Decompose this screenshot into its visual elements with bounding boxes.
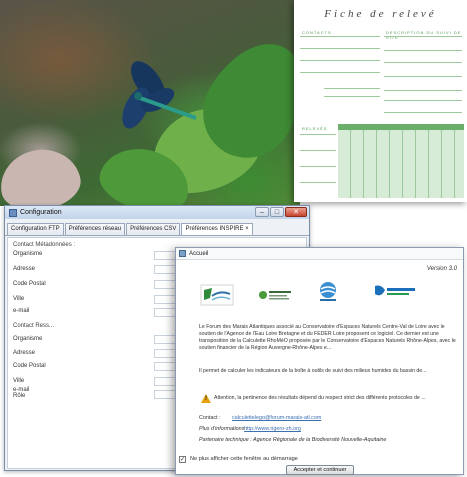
label-code-postal-2: Code Postal (13, 363, 46, 369)
dragonfly-icon (122, 61, 197, 129)
minimize-button[interactable]: – (255, 207, 269, 217)
app-icon (179, 250, 186, 257)
label-code-postal: Code Postal (13, 281, 46, 287)
label-adresse: Adresse (13, 266, 36, 272)
accueil-title: Accueil (189, 250, 209, 257)
form-line (324, 96, 380, 97)
form-line (324, 88, 380, 89)
warning-icon: ! (201, 394, 211, 403)
form-line (300, 36, 380, 37)
no-show-checkbox-label: Ne plus afficher cette fenêtre au démarr… (190, 456, 298, 462)
form-line (384, 36, 462, 37)
form-line (300, 72, 380, 73)
section-contact-metadonnees: Contact Métadonnées : (13, 242, 76, 248)
label-organisme: Organisme (13, 251, 43, 257)
app-icon (9, 208, 17, 217)
contact-email-link[interactable]: calculettelego@forum-marais-atl.com (232, 415, 321, 421)
form-title: Fiche de relevé (324, 8, 437, 20)
accueil-titlebar[interactable]: Accueil (176, 248, 463, 260)
label-adresse-2: Adresse (13, 350, 36, 356)
tab-preferences-inspire[interactable]: Préférences INSPIRE × (181, 223, 253, 235)
forum-marais-logo-icon (200, 284, 234, 306)
form-grid-header: RELEVÉS (302, 126, 328, 131)
form-line (384, 112, 462, 113)
form-header-left: CONTACTS (302, 30, 332, 35)
purpose-paragraph: Il permet de calculer les indicateurs de… (199, 368, 427, 374)
intro-paragraph: Le Forum des Marais Atlantiques associé … (199, 324, 456, 351)
tab-preferences-reseau[interactable]: Préférences réseau (64, 223, 126, 235)
maximize-button[interactable]: □ (270, 207, 284, 217)
form-line (300, 166, 336, 167)
form-header-right: DESCRIPTION DU SUIVI DE SITE (386, 30, 462, 40)
no-show-checkbox[interactable]: ✓ (179, 456, 186, 463)
form-line (384, 50, 462, 51)
form-line (300, 182, 336, 183)
form-line (384, 76, 462, 77)
form-line (300, 48, 380, 49)
label-ville: Ville (13, 296, 25, 302)
label-email: e-mail (13, 308, 30, 314)
accept-continue-button[interactable]: Accepter et continuer (286, 465, 354, 475)
info-label: Plus d'informations : (199, 426, 248, 432)
contact-label: Contact : (199, 415, 221, 421)
config-tabs: Configuration FTP Préférences réseau Pré… (5, 223, 309, 236)
form-line (300, 134, 336, 135)
partner-text: Partenaire technique : Agence Régionale … (199, 437, 387, 443)
version-label: Version 3.0 (426, 266, 457, 272)
form-line (300, 60, 380, 61)
warning-mark: ! (205, 396, 207, 402)
tab-preferences-csv[interactable]: Préférences CSV (126, 223, 181, 235)
form-line (384, 62, 462, 63)
form-line (384, 100, 462, 101)
warning-text: Attention, la pertinence des résultats d… (214, 395, 426, 401)
dragonfly-photo (0, 0, 300, 206)
form-line (300, 150, 336, 151)
config-title: Configuration (20, 209, 62, 216)
close-button[interactable]: ✕ (285, 207, 307, 217)
accueil-dialog: Accueil Version 3.0 Le Forum des Marais … (175, 247, 464, 475)
window-controls: – □ ✕ (255, 207, 307, 217)
label-role: Rôle (13, 393, 26, 399)
conservatoire-logo-icon (259, 291, 291, 300)
tab-configuration-ftp[interactable]: Configuration FTP (7, 223, 64, 235)
field-survey-form: Fiche de relevé CONTACTS DESCRIPTION DU … (294, 0, 467, 202)
label-ville-2: Ville (13, 378, 25, 384)
agence-eau-logo-icon (320, 282, 336, 301)
region-logo-icon (375, 285, 415, 296)
section-contact-ressource: Contact Ress... (13, 323, 55, 329)
info-website-link[interactable]: http://www.rigero-zh.org (244, 426, 301, 432)
form-grid (338, 130, 464, 198)
form-line (384, 90, 462, 91)
label-organisme-2: Organisme (13, 336, 43, 342)
